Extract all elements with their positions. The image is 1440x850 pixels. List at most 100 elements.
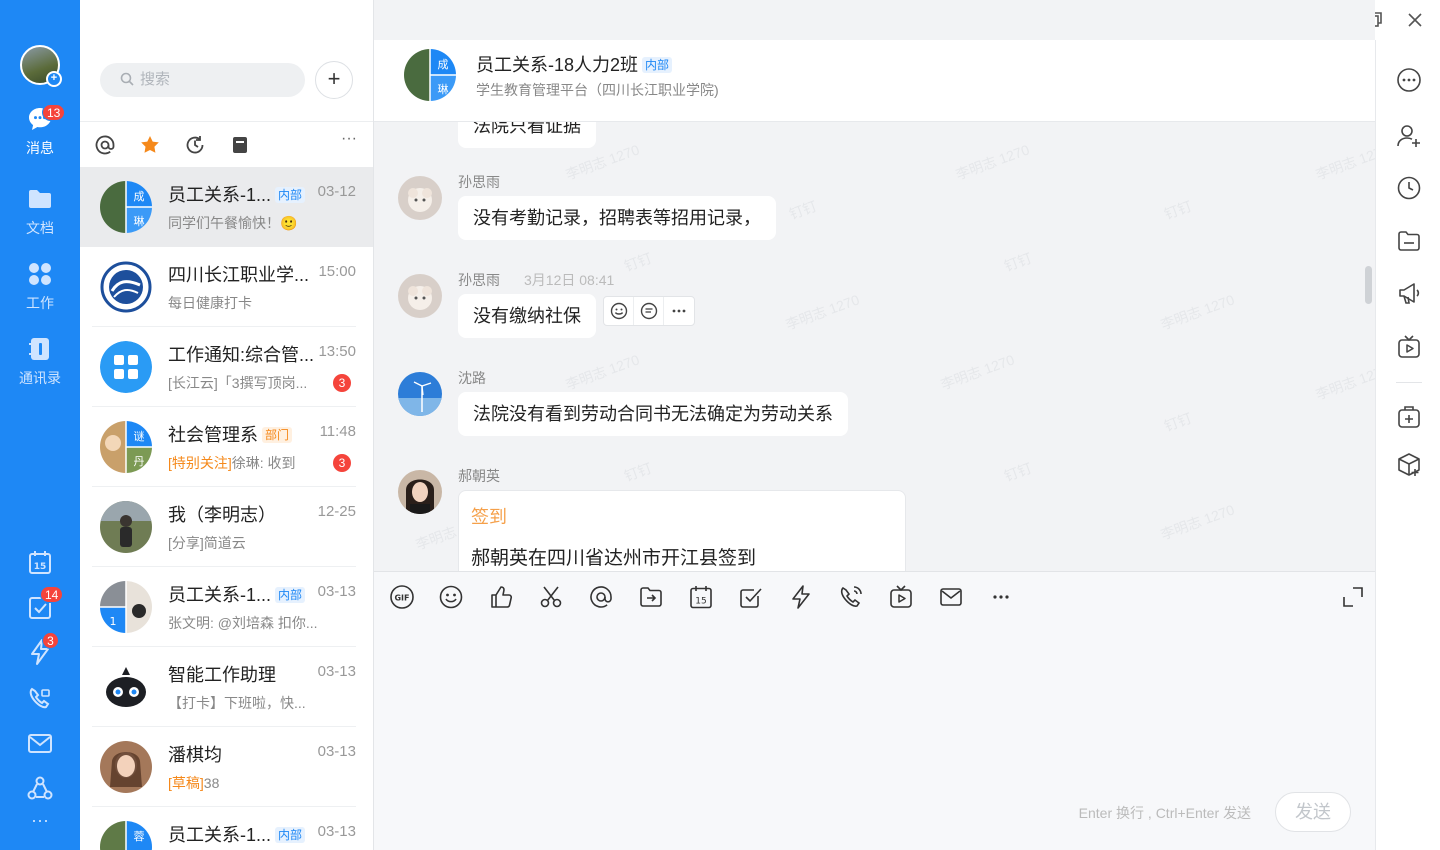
- message-bubble[interactable]: 没有考勤记录，招聘表等招用记录，: [458, 196, 776, 240]
- nav-messages[interactable]: 13 消息: [0, 104, 80, 170]
- reply-icon[interactable]: [634, 297, 664, 325]
- mail-icon[interactable]: [26, 729, 54, 757]
- more-actions-icon[interactable]: [664, 297, 694, 325]
- video-call-icon[interactable]: [26, 684, 54, 712]
- dingtalk-window: + 13 消息 文档 工作 通讯录 15 14 3 ··· 搜索 + ··· 成…: [0, 0, 1440, 850]
- checkin-detail: 郝朝英在四川省达州市开江县签到: [471, 548, 757, 569]
- apps-grid-icon: [27, 261, 53, 287]
- thumbs-up-icon[interactable]: [488, 584, 514, 610]
- plugin-box-icon[interactable]: [1396, 452, 1422, 478]
- nav-work-label: 工作: [26, 295, 54, 311]
- call-icon[interactable]: [838, 584, 864, 610]
- recent-filter-icon[interactable]: [184, 134, 206, 156]
- task-check-icon[interactable]: [738, 584, 764, 610]
- chat-settings-icon[interactable]: [1396, 67, 1422, 93]
- nav-docs[interactable]: 文档: [0, 186, 80, 250]
- add-app-icon[interactable]: [1396, 404, 1422, 430]
- message-scrollbar[interactable]: [1365, 266, 1372, 304]
- conversation-item[interactable]: 工作通知:综合管... 13:50 [长江云]「3撰写顶岗... 3: [80, 327, 373, 407]
- sender-avatar[interactable]: [398, 274, 442, 318]
- internal-tag: 内部: [642, 57, 673, 73]
- org-network-icon[interactable]: [26, 775, 54, 803]
- my-avatar[interactable]: +: [20, 45, 62, 87]
- conversation-name: 智能工作助理: [168, 665, 276, 685]
- send-button[interactable]: 发送: [1275, 792, 1351, 832]
- svg-text:琳: 琳: [134, 214, 145, 228]
- watermark: 钉钉: [1002, 249, 1034, 275]
- internal-tag: 内部: [275, 587, 306, 603]
- svg-text:成: 成: [134, 190, 145, 203]
- unread-badge: 3: [333, 374, 351, 392]
- mention-filter-icon[interactable]: [94, 134, 116, 156]
- sender-avatar[interactable]: [398, 372, 442, 416]
- sender-avatar[interactable]: [398, 470, 442, 514]
- chat-panel: 成琳 员工关系-18人力2班 内部 学生教育管理平台（四川长江职业学院) 李明志 …: [374, 0, 1375, 850]
- message-bubble[interactable]: 没有缴纳社保: [458, 294, 596, 338]
- composer-more-icon[interactable]: [988, 584, 1014, 610]
- calendar-icon[interactable]: 15: [26, 549, 54, 577]
- gif-icon[interactable]: GIF: [389, 584, 415, 610]
- chat-header: 成琳 员工关系-18人力2班 内部 学生教育管理平台（四川长江职业学院): [374, 40, 1375, 122]
- add-member-icon[interactable]: [1396, 123, 1422, 149]
- screenshot-scissors-icon[interactable]: [538, 584, 564, 610]
- live-stream-icon[interactable]: [1396, 334, 1422, 360]
- mention-icon[interactable]: [588, 584, 614, 610]
- conversation-item[interactable]: 1 员工关系-1... 内部 03-13 张文明: @刘培森 扣你...: [80, 567, 373, 647]
- ding-icon[interactable]: 3: [26, 632, 59, 666]
- svg-text:琳: 琳: [438, 82, 449, 96]
- emoji-icon[interactable]: [438, 584, 464, 610]
- watermark: 李明志 1270: [1158, 501, 1237, 543]
- svg-text:蓉: 蓉: [134, 830, 145, 843]
- sender-name: 孙思雨 3月12日 08:41: [458, 272, 615, 288]
- conversation-item[interactable]: 谜丹 社会管理系 部门 11:48 [特别关注]徐琳: 收到 3: [80, 407, 373, 487]
- conversation-item[interactable]: 成琳 员工关系-1... 内部 03-12 同学们午餐愉快！🙂: [80, 167, 373, 247]
- star-filter-icon[interactable]: [139, 134, 161, 156]
- conversation-name: 员工关系-1... 内部: [168, 581, 306, 607]
- watermark: 李明志 1270: [953, 141, 1032, 183]
- chat-title[interactable]: 员工关系-18人力2班 内部: [476, 51, 673, 77]
- watermark: 钉钉: [1162, 409, 1194, 435]
- todo-icon[interactable]: 14: [26, 586, 64, 622]
- message-bubble[interactable]: 法院只看证据: [458, 122, 596, 148]
- chat-group-avatar[interactable]: 成琳: [404, 49, 456, 101]
- nav-work[interactable]: 工作: [0, 261, 80, 325]
- history-icon[interactable]: [1396, 175, 1422, 201]
- checkin-card[interactable]: 签到 郝朝英在四川省达州市开江县签到: [458, 490, 906, 571]
- svg-text:谜: 谜: [134, 430, 145, 443]
- checkin-title: 签到: [471, 507, 507, 527]
- conversation-item[interactable]: 蓉 员工关系-1... 内部 03-13: [80, 807, 373, 850]
- conversation-time: 11:48: [319, 423, 356, 440]
- nav-contacts[interactable]: 通讯录: [0, 336, 80, 400]
- mail-compose-icon[interactable]: [938, 584, 964, 610]
- messages-badge: 13: [42, 104, 66, 121]
- filter-bar: ···: [80, 121, 373, 167]
- calendar-event-icon[interactable]: 15: [688, 584, 714, 610]
- more-apps-icon[interactable]: ···: [26, 811, 54, 835]
- search-input[interactable]: 搜索: [100, 63, 305, 97]
- announcement-icon[interactable]: [1396, 280, 1422, 306]
- emoji-reaction-icon[interactable]: [604, 297, 634, 325]
- add-status-icon[interactable]: +: [46, 71, 62, 87]
- expand-icon[interactable]: [1340, 584, 1366, 610]
- filter-more-icon[interactable]: ···: [341, 130, 363, 152]
- message-bubble[interactable]: 法院没有看到劳动合同书无法确定为劳动关系: [458, 392, 848, 436]
- conversation-item[interactable]: 四川长江职业学... 15:00 每日健康打卡: [80, 247, 373, 327]
- send-file-icon[interactable]: [638, 584, 664, 610]
- conversation-item[interactable]: 潘棋均 03-13 [草稿]38: [80, 727, 373, 807]
- archive-filter-icon[interactable]: [229, 134, 251, 156]
- conversation-item[interactable]: 我（李明志） 12-25 [分享]简道云: [80, 487, 373, 567]
- composer: GIF 15 Enter 换行 , Ctrl+Enter 发送 发送: [374, 571, 1375, 850]
- calendar-day-text: 15: [34, 562, 47, 572]
- conversation-preview: [分享]简道云: [168, 535, 246, 551]
- conversation-preview: 张文明: @刘培森 扣你...: [168, 615, 318, 631]
- conversation-item[interactable]: 智能工作助理 03-13 【打卡】下班啦，快...: [80, 647, 373, 727]
- create-button[interactable]: +: [315, 61, 353, 99]
- conversation-name: 四川长江职业学...: [168, 265, 310, 285]
- sender-avatar[interactable]: [398, 176, 442, 220]
- ding-lightning-icon[interactable]: [788, 584, 814, 610]
- close-icon[interactable]: [1403, 8, 1427, 32]
- live-video-icon[interactable]: [888, 584, 914, 610]
- chat-subtitle[interactable]: 学生教育管理平台（四川长江职业学院): [476, 80, 719, 100]
- watermark: 李明志 1270: [783, 291, 862, 333]
- group-files-icon[interactable]: [1396, 228, 1422, 254]
